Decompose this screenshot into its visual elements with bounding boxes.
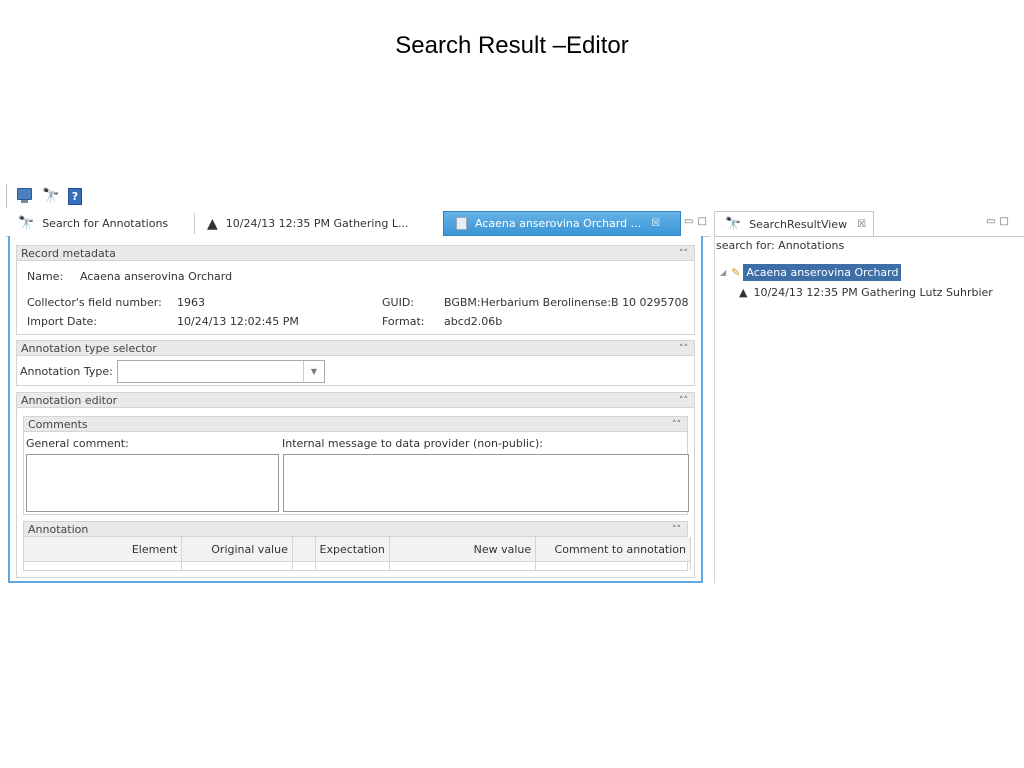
tree-item-acaena[interactable]: ◢ ✎ Acaena anserovina Orchard [720, 264, 902, 281]
name-value: Acaena anserovina Orchard [80, 270, 233, 283]
general-comment-textarea[interactable] [26, 454, 279, 512]
import-date-value: 10/24/13 12:02:45 PM [177, 315, 299, 328]
collapse-icon[interactable]: ˄˄ [679, 393, 688, 409]
annotation-type-select[interactable]: ▼ [117, 360, 325, 383]
annotation-type-label: Annotation Type: [20, 365, 113, 378]
section-title: Comments [28, 418, 88, 431]
column-header-comment-to-annotation[interactable]: Comment to annotation [535, 537, 691, 562]
import-date-label: Import Date: [27, 315, 98, 328]
result-view-tab-bar: 🔭 SearchResultView ☒ ▭□ [714, 211, 1024, 237]
tab-search-for-annotations[interactable]: 🔭 Search for Annotations [6, 211, 194, 236]
tab-gathering[interactable]: ▲ 10/24/13 12:35 PM Gathering L... [195, 211, 443, 236]
column-header-new-value[interactable]: New value [389, 537, 537, 562]
binoculars-icon: 🔭 [18, 216, 35, 231]
monitor-icon[interactable] [17, 188, 32, 203]
editor-tab-bar: 🔭 Search for Annotations ▲ 10/24/13 12:3… [6, 211, 710, 237]
tab-label: Search for Annotations [42, 217, 169, 230]
internal-message-textarea[interactable] [283, 454, 689, 512]
annotation-editor-panel: Record metadata ˄˄ Name: Acaena anserovi… [8, 236, 703, 583]
tab-label: SearchResultView [749, 217, 848, 231]
tab-label: Acaena anserovina Orchard ... [475, 217, 642, 230]
tree-item-label: 10/24/13 12:35 PM Gathering Lutz Suhrbie… [753, 286, 993, 299]
tree-item-label: Acaena anserovina Orchard [743, 264, 902, 281]
section-title: Annotation [28, 523, 89, 536]
record-metadata-body: Name: Acaena anserovina Orchard Collecto… [16, 261, 695, 335]
search-result-view-panel: search for: Annotations ◢ ✎ Acaena anser… [714, 236, 1024, 583]
comments-body: General comment: Internal message to dat… [23, 432, 689, 515]
annotation-type-selector-body: Annotation Type: ▼ [16, 356, 695, 386]
tree-expand-icon[interactable]: ◢ [720, 268, 726, 277]
field-number-label: Collector's field number: [27, 296, 162, 309]
column-spacer [292, 537, 316, 562]
name-label: Name: [27, 270, 64, 283]
minimize-maximize-icon[interactable]: ▭□ [986, 216, 1013, 227]
annotation-editor-body: Comments ˄˄ General comment: Internal me… [16, 408, 695, 578]
annotation-table[interactable]: Element Original value Expectation New v… [24, 537, 691, 570]
table-header-row: Element Original value Expectation New v… [24, 537, 691, 562]
slide-title: Search Result –Editor [395, 32, 629, 59]
section-title: Annotation editor [21, 394, 118, 407]
guid-label: GUID: [382, 296, 414, 309]
binoculars-icon[interactable]: 🔭 [42, 188, 59, 204]
binoculars-icon: 🔭 [725, 216, 742, 232]
table-row[interactable] [24, 561, 691, 570]
annotation-type-selector-header[interactable]: Annotation type selector ˄˄ [16, 340, 695, 356]
format-label: Format: [382, 315, 425, 328]
collapse-icon[interactable]: ˄˄ [679, 341, 688, 357]
minimize-maximize-icon[interactable]: ▭□ [684, 216, 711, 227]
guid-value: BGBM:Herbarium Berolinense:B 10 0295708 [444, 296, 689, 309]
general-comment-label: General comment: [26, 437, 129, 450]
tab-search-result-view[interactable]: 🔭 SearchResultView ☒ [714, 211, 874, 236]
chevron-down-icon[interactable]: ▼ [303, 361, 324, 382]
annotation-header[interactable]: Annotation ˄˄ [23, 521, 688, 537]
comments-header[interactable]: Comments ˄˄ [23, 416, 688, 432]
search-for-label: search for: Annotations [716, 239, 845, 252]
gathering-icon: ▲ [739, 286, 748, 299]
close-icon[interactable]: ☒ [857, 219, 866, 230]
document-icon [456, 217, 467, 230]
gathering-icon: ▲ [207, 215, 218, 232]
close-icon[interactable]: ☒ [651, 218, 660, 229]
annotation-edit-icon: ✎ [731, 266, 741, 279]
main-toolbar: 🔭 ? [6, 184, 82, 208]
column-header-expectation[interactable]: Expectation [315, 537, 390, 562]
column-header-element[interactable]: Element [24, 537, 183, 562]
record-metadata-header[interactable]: Record metadata ˄˄ [16, 245, 695, 261]
internal-message-label: Internal message to data provider (non-p… [282, 437, 543, 450]
tree-item-gathering[interactable]: ▲ 10/24/13 12:35 PM Gathering Lutz Suhrb… [739, 286, 993, 299]
annotation-body: Element Original value Expectation New v… [23, 537, 691, 571]
column-header-original-value[interactable]: Original value [181, 537, 293, 562]
format-value: abcd2.06b [444, 315, 503, 328]
annotation-editor-header[interactable]: Annotation editor ˄˄ [16, 392, 695, 408]
collapse-icon[interactable]: ˄˄ [672, 522, 681, 538]
section-title: Annotation type selector [21, 342, 157, 355]
section-title: Record metadata [21, 247, 116, 260]
help-icon[interactable]: ? [68, 187, 82, 205]
collapse-icon[interactable]: ˄˄ [679, 246, 688, 262]
tab-label: 10/24/13 12:35 PM Gathering L... [225, 217, 409, 230]
collapse-icon[interactable]: ˄˄ [672, 417, 681, 433]
tab-acaena-record[interactable]: Acaena anserovina Orchard ... ☒ [443, 211, 681, 236]
field-number-value: 1963 [177, 296, 205, 309]
